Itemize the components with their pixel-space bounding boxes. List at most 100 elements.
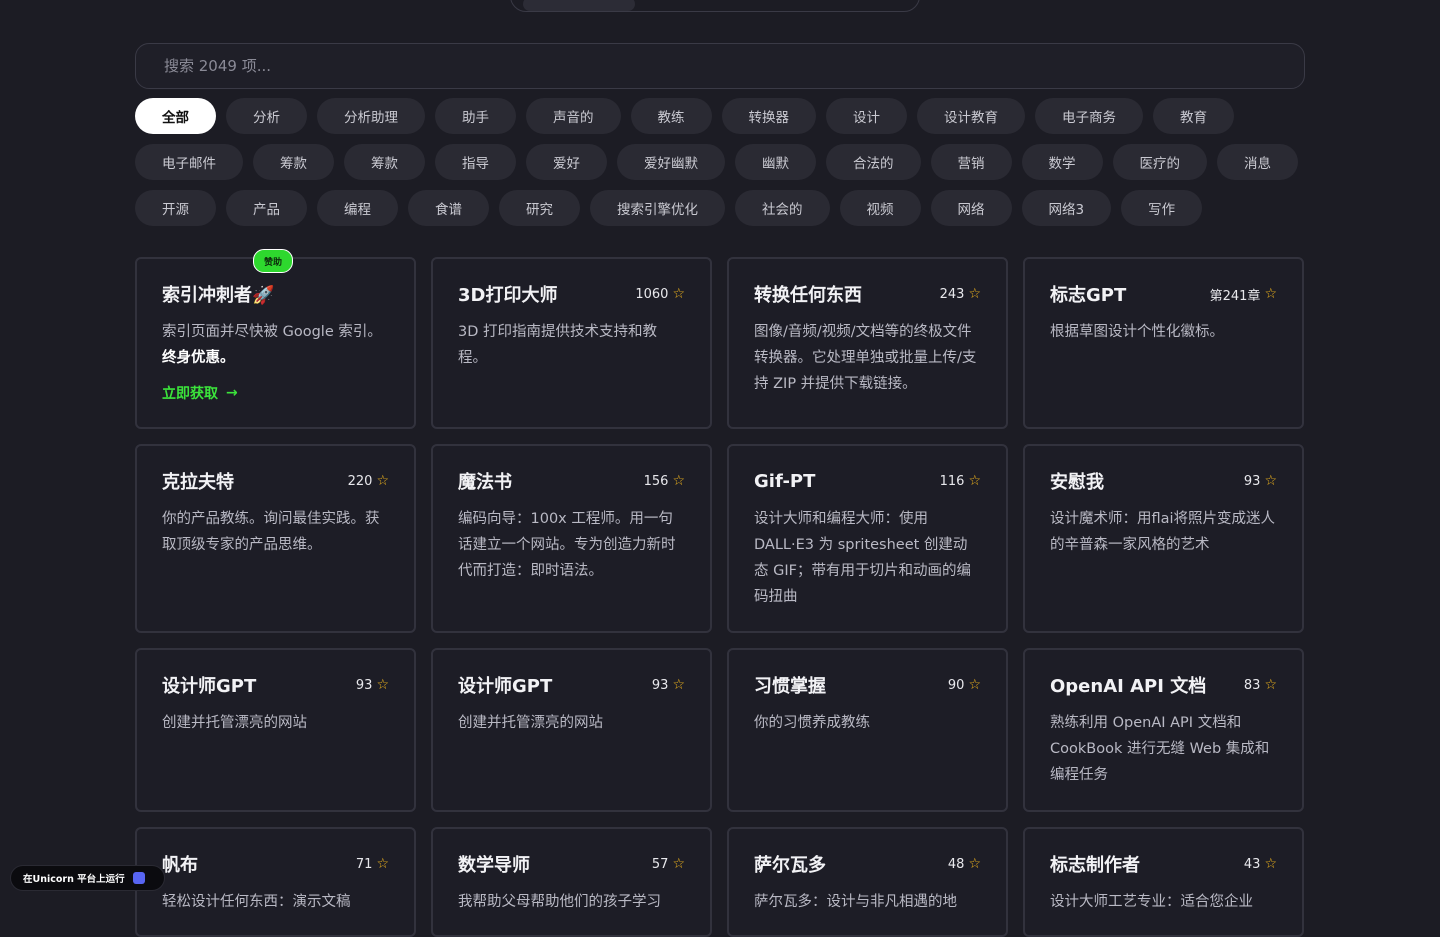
gpt-card[interactable]: 安慰我 93 ☆ 设计魔术师：用flai将照片变成迷人的辛普森一家风格的艺术 (1023, 444, 1304, 633)
gpt-card[interactable]: 3D打印大师 1060 ☆ 3D 打印指南提供技术支持和教程。 (431, 257, 712, 429)
gpt-card[interactable]: 标志GPT 第241章 ☆ 根据草图设计个性化徽标。 (1023, 257, 1304, 429)
card-title: 习惯掌握 (754, 676, 826, 697)
chip-seo[interactable]: 搜索引擎优化 (590, 190, 725, 226)
chip-hobby-humor[interactable]: 爱好幽默 (617, 144, 725, 180)
card-title: 设计师GPT (458, 676, 553, 697)
top-toggle-pill (523, 0, 635, 11)
card-description: 设计大师工艺专业：适合您企业 (1050, 894, 1253, 910)
star-icon: ☆ (376, 473, 389, 489)
gpt-card[interactable]: OpenAI API 文档 83 ☆ 熟练利用 OpenAI API 文档和 Co… (1023, 648, 1304, 812)
chip-fundraising[interactable]: 筹款 (253, 144, 334, 180)
chip-product[interactable]: 产品 (226, 190, 307, 226)
card-description: 图像/音频/视频/文档等的终极文件转换器。它处理单独或批量上传/支持 ZIP 并… (754, 324, 977, 392)
gpt-card-grid: 赞助 索引冲刺者🚀 索引页面并尽快被 Google 索引。终身优惠。 立即获取 … (135, 249, 1305, 937)
gpt-card[interactable]: 萨尔瓦多 48 ☆ 萨尔瓦多：设计与非凡相遇的地 (727, 827, 1008, 937)
chip-fundraising-2[interactable]: 筹款 (344, 144, 425, 180)
search-input[interactable] (162, 56, 1278, 76)
platform-badge[interactable]: 在Unicorn 平台上运行 (10, 865, 165, 891)
gpt-card[interactable]: Gif-PT 116 ☆ 设计大师和编程大师：使用 DALL·E3 为 sprit… (727, 444, 1008, 633)
sponsor-card[interactable]: 赞助 索引冲刺者🚀 索引页面并尽快被 Google 索引。终身优惠。 立即获取 … (135, 249, 416, 429)
star-count: 116 ☆ (939, 473, 981, 489)
gpt-card[interactable]: 克拉夫特 220 ☆ 你的产品教练。询问最佳实践。获取顶级专家的产品思维。 (135, 444, 416, 633)
star-icon: ☆ (672, 677, 685, 693)
star-icon: ☆ (672, 286, 685, 302)
arrow-right-icon: → (226, 385, 238, 401)
star-icon: ☆ (968, 677, 981, 693)
chip-legal[interactable]: 合法的 (826, 144, 921, 180)
chip-math[interactable]: 数学 (1021, 144, 1103, 180)
card-description: 你的习惯养成教练 (754, 715, 870, 731)
get-now-link[interactable]: 立即获取 → (162, 383, 238, 403)
gpt-card[interactable]: 帆布 71 ☆ 轻松设计任何东西：演示文稿 (135, 827, 416, 937)
card-description: 萨尔瓦多：设计与非凡相遇的地 (754, 894, 957, 910)
chip-medical[interactable]: 医疗的 (1112, 144, 1207, 180)
gpt-card[interactable]: 设计师GPT 93 ☆ 创建并托管漂亮的网站 (431, 648, 712, 812)
star-icon: ☆ (672, 856, 685, 872)
star-count: 93 ☆ (355, 677, 389, 693)
chip-row-3: 开源 产品 编程 食谱 研究 搜索引擎优化 社会的 视频 网络 网络3 写作 (135, 190, 1305, 226)
star-icon: ☆ (1264, 856, 1277, 872)
chip-programming[interactable]: 编程 (317, 190, 398, 226)
card-description: 设计魔术师：用flai将照片变成迷人的辛普森一家风格的艺术 (1050, 511, 1276, 553)
star-count: 93 ☆ (651, 677, 685, 693)
card-description: 3D 打印指南提供技术支持和教程。 (458, 324, 657, 366)
card-description: 创建并托管漂亮的网站 (162, 715, 307, 731)
card-description: 索引页面并尽快被 Google 索引。终身优惠。 (162, 324, 382, 366)
chip-guide[interactable]: 指导 (435, 144, 516, 180)
star-icon: ☆ (376, 677, 389, 693)
chip-converter[interactable]: 转换器 (721, 98, 816, 134)
card-title: 转换任何东西 (754, 285, 862, 306)
gpt-card[interactable]: 标志制作者 43 ☆ 设计大师工艺专业：适合您企业 (1023, 827, 1304, 937)
category-filter: 全部 分析 分析助理 助手 声音的 教练 转换器 设计 设计教育 电子商务 教育… (135, 98, 1305, 236)
card-description: 设计大师和编程大师：使用 DALL·E3 为 spritesheet 创建动态 … (754, 511, 971, 605)
chip-analysis[interactable]: 分析 (226, 98, 307, 134)
chip-education[interactable]: 教育 (1153, 98, 1234, 134)
chip-social[interactable]: 社会的 (735, 190, 830, 226)
chip-video[interactable]: 视频 (839, 190, 921, 226)
gpt-card[interactable]: 魔法书 156 ☆ 编码向导：100x 工程师。用一句话建立一个网站。专为创造力新… (431, 444, 712, 633)
chip-row-2: 电子邮件 筹款 筹款 指导 爱好 爱好幽默 幽默 合法的 营销 数学 医疗的 消… (135, 144, 1305, 180)
chip-web3[interactable]: 网络3 (1021, 190, 1112, 226)
star-icon: ☆ (1264, 677, 1277, 693)
gpt-card[interactable]: 转换任何东西 243 ☆ 图像/音频/视频/文档等的终极文件转换器。它处理单独或批… (727, 257, 1008, 429)
chip-design[interactable]: 设计 (826, 98, 907, 134)
chip-design-education[interactable]: 设计教育 (917, 98, 1025, 134)
chip-coach[interactable]: 教练 (630, 98, 712, 134)
chip-open-source[interactable]: 开源 (135, 190, 216, 226)
chip-humor[interactable]: 幽默 (735, 144, 816, 180)
chip-audio[interactable]: 声音的 (526, 98, 621, 134)
card-title: 魔法书 (458, 472, 512, 493)
chip-web[interactable]: 网络 (930, 190, 1012, 226)
chip-messages[interactable]: 消息 (1217, 144, 1298, 180)
card-description: 根据草图设计个性化徽标。 (1050, 324, 1224, 340)
card-title: 数学导师 (458, 855, 530, 876)
chip-research[interactable]: 研究 (499, 190, 580, 226)
chip-ecommerce[interactable]: 电子商务 (1035, 98, 1143, 134)
star-icon: ☆ (968, 856, 981, 872)
card-title: 3D打印大师 (458, 285, 558, 306)
chip-assistant[interactable]: 助手 (435, 98, 516, 134)
star-icon: ☆ (672, 473, 685, 489)
card-title: 克拉夫特 (162, 472, 234, 493)
card-title: Gif-PT (754, 470, 816, 492)
star-icon: ☆ (1264, 473, 1277, 489)
chip-analysis-assistant[interactable]: 分析助理 (317, 98, 425, 134)
card-description: 编码向导：100x 工程师。用一句话建立一个网站。专为创造力新时代而打造：即时语… (458, 511, 676, 579)
card-title: OpenAI API 文档 (1050, 676, 1207, 697)
card-title: 设计师GPT (162, 676, 257, 697)
chip-email[interactable]: 电子邮件 (135, 144, 243, 180)
chip-all[interactable]: 全部 (135, 98, 216, 134)
chip-marketing[interactable]: 营销 (930, 144, 1012, 180)
card-title: 索引冲刺者🚀 (162, 285, 275, 306)
chip-hobby[interactable]: 爱好 (526, 144, 607, 180)
sponsor-highlight: 终身优惠。 (162, 350, 235, 366)
chip-writing[interactable]: 写作 (1121, 190, 1203, 226)
star-count: 220 ☆ (347, 473, 389, 489)
search-bar[interactable] (135, 43, 1305, 89)
chip-recipes[interactable]: 食谱 (408, 190, 489, 226)
star-count: 43 ☆ (1243, 856, 1277, 872)
star-icon: ☆ (376, 856, 389, 872)
gpt-card[interactable]: 数学导师 57 ☆ 我帮助父母帮助他们的孩子学习 (431, 827, 712, 937)
gpt-card[interactable]: 习惯掌握 90 ☆ 你的习惯养成教练 (727, 648, 1008, 812)
gpt-card[interactable]: 设计师GPT 93 ☆ 创建并托管漂亮的网站 (135, 648, 416, 812)
